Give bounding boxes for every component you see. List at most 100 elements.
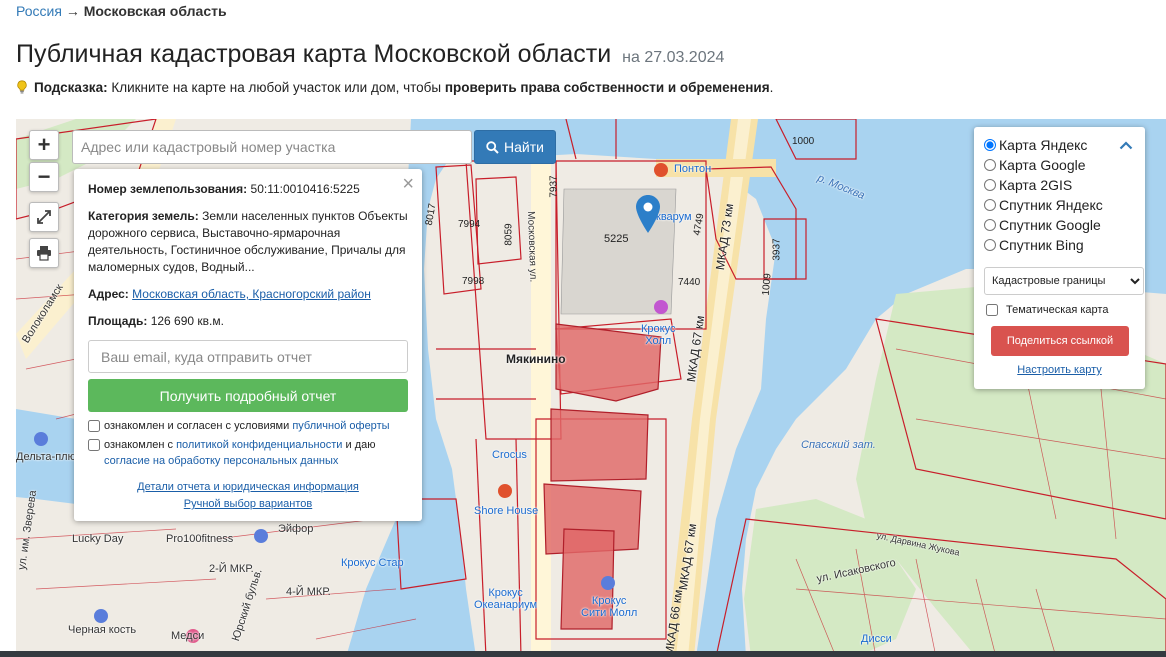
map-label-lucky-day: Lucky Day: [72, 533, 124, 545]
parcel-label-7937: 7937: [548, 175, 560, 198]
parcel-label-1000: 1000: [792, 136, 815, 147]
page-title-text: Публичная кадастровая карта Московской о…: [16, 40, 612, 68]
map-layers-panel: Карта Яндекс Карта Google Карта 2GIS Спу…: [974, 127, 1145, 389]
parcel-number-value: 50:11:0010416:5225: [250, 182, 360, 196]
offer-consent-checkbox[interactable]: [88, 420, 100, 432]
layer-option-yandex-map[interactable]: Карта Яндекс: [984, 135, 1135, 155]
cadastral-map[interactable]: Понтон кварум Крокус Холл Мякинино Crocu…: [16, 119, 1166, 657]
parcel-label-7998: 7998: [462, 276, 485, 287]
offer-link[interactable]: публичной оферты: [292, 420, 389, 432]
search-input[interactable]: [72, 130, 472, 164]
map-label-crocus: Crocus: [492, 449, 527, 461]
privacy-consent-checkbox-row[interactable]: ознакомлен с политикой конфиденциальност…: [88, 437, 408, 469]
map-label-krokus-holl: Крокус Холл: [641, 323, 676, 347]
personal-data-consent-link[interactable]: согласие на обработку персональных данны…: [104, 455, 338, 467]
hint: Подсказка: Кликните на карте на любой уч…: [16, 80, 773, 95]
location-pin-icon[interactable]: [636, 195, 660, 233]
get-report-button-label: Получить подробный отчет: [159, 387, 337, 404]
map-label-shore-house: Shore House: [474, 505, 539, 517]
parcel-category-label: Категория земель:: [88, 209, 199, 223]
configure-map-link[interactable]: Настроить карту: [984, 364, 1135, 376]
privacy-consent-checkbox[interactable]: [88, 439, 100, 451]
page-title-date: на 27.03.2024: [622, 49, 725, 66]
print-button[interactable]: [29, 238, 59, 268]
hint-label: Подсказка:: [34, 80, 108, 95]
privacy-consent-text: ознакомлен с политикой конфиденциальност…: [104, 439, 376, 467]
email-field[interactable]: [88, 340, 408, 373]
fullscreen-button[interactable]: [29, 202, 59, 232]
map-label-chernaya-kost: Черная кость: [68, 624, 137, 636]
parcel-info-popup: × Номер землепользования: 50:11:0010416:…: [74, 169, 422, 521]
parcel-label-1009: 1009: [760, 272, 774, 297]
page-title: Публичная кадастровая карта Московской о…: [16, 40, 724, 69]
offer-consent-text: ознакомлен и согласен с условиями публич…: [104, 420, 390, 432]
parcel-area-label: Площадь:: [88, 314, 148, 328]
layer-option-google-satellite[interactable]: Спутник Google: [984, 215, 1135, 235]
layer-radio-google-map[interactable]: [984, 159, 996, 171]
popup-bottom-links: Детали отчета и юридическая информация Р…: [74, 479, 422, 513]
parcel-address-label: Адрес:: [88, 287, 129, 301]
share-link-button[interactable]: Поделиться ссылкой: [991, 326, 1129, 356]
report-details-link[interactable]: Детали отчета и юридическая информация: [137, 481, 359, 493]
zoom-out-button[interactable]: −: [29, 162, 59, 192]
share-link-button-label: Поделиться ссылкой: [1006, 335, 1114, 347]
parcel-label-8059: 8059: [503, 223, 515, 246]
map-label-vegas-mall: Крокус Сити Молл: [581, 595, 638, 619]
map-label-ponton: Понтон: [674, 163, 712, 175]
layer-option-google-map[interactable]: Карта Google: [984, 155, 1135, 175]
zoom-in-button[interactable]: +: [29, 130, 59, 160]
thematic-map-checkbox[interactable]: [986, 304, 998, 316]
parcel-label-7440: 7440: [678, 277, 701, 288]
map-label-efor: Эйфор: [278, 523, 314, 535]
chevron-up-icon[interactable]: [1119, 141, 1133, 150]
zoom-in-label: +: [37, 132, 51, 157]
breadcrumb-root-link[interactable]: Россия: [16, 3, 62, 19]
get-report-button[interactable]: Получить подробный отчет: [88, 379, 408, 412]
manual-choice-link[interactable]: Ручной выбор вариантов: [184, 498, 312, 510]
parcel-category-value: Земли населенных пунктов: [202, 209, 355, 223]
parcel-label-3937: 3937: [771, 238, 783, 261]
parcel-address-row: Адрес: Московская область, Красногорский…: [88, 286, 408, 303]
lightbulb-icon: [17, 80, 27, 94]
bottom-bar: [0, 651, 1166, 657]
layer-radio-2gis-map[interactable]: [984, 179, 996, 191]
hint-text: Кликните на карте на любой участок или д…: [111, 80, 442, 95]
map-label-dissi: Дисси: [861, 633, 892, 645]
fullscreen-icon: [37, 210, 51, 224]
layer-option-bing-satellite[interactable]: Спутник Bing: [984, 235, 1135, 255]
search-icon: [486, 140, 499, 154]
search-button[interactable]: Найти: [474, 130, 556, 164]
parcel-address-link[interactable]: Московская область, Красногорский район: [132, 287, 371, 301]
offer-consent-checkbox-row[interactable]: ознакомлен и согласен с условиями публич…: [88, 418, 408, 434]
map-label-spassky-zaton: Спасский зат.: [801, 439, 876, 451]
thematic-map-row[interactable]: Тематическая карта: [984, 304, 1135, 316]
layer-radio-yandex-map[interactable]: [984, 139, 996, 151]
layer-radio-yandex-satellite[interactable]: [984, 199, 996, 211]
layer-radio-bing-satellite[interactable]: [984, 239, 996, 251]
parcel-number-label: Номер землепользования:: [88, 182, 248, 196]
layer-option-2gis-map[interactable]: Карта 2GIS: [984, 175, 1135, 195]
parcel-area-row: Площадь: 126 690 кв.м.: [88, 313, 408, 330]
map-label-myakinino: Мякинино: [506, 352, 566, 366]
hint-bold: проверить права собственности и обремене…: [444, 80, 770, 95]
map-label-aquarium: кварум: [656, 211, 692, 223]
layer-options: Карта Яндекс Карта Google Карта 2GIS Спу…: [984, 135, 1135, 255]
layer-radio-google-satellite[interactable]: [984, 219, 996, 231]
hint-end: .: [769, 80, 774, 95]
parcel-area-value: 126 690 кв.м.: [150, 314, 224, 328]
map-label-krokus-oceanarium: Крокус Океанариум: [474, 587, 538, 611]
breadcrumb-current: Московская область: [83, 3, 227, 19]
parcel-number-row: Номер землепользования: 50:11:0010416:52…: [88, 181, 408, 198]
parcel-category-row: Категория земель: Земли населенных пункт…: [88, 208, 408, 276]
search-button-label: Найти: [504, 139, 544, 155]
map-label-2mkr: 2-Й МКР.: [209, 563, 254, 575]
layer-option-yandex-satellite[interactable]: Спутник Яндекс: [984, 195, 1135, 215]
popup-close-icon[interactable]: ×: [402, 174, 414, 194]
overlay-select[interactable]: Кадастровые границы: [984, 267, 1144, 295]
parcel-label-5225: 5225: [604, 233, 629, 245]
map-label-medsi: Медси: [171, 630, 205, 642]
breadcrumb: Россия → Московская область: [16, 3, 227, 19]
privacy-policy-link[interactable]: политикой конфиденциальности: [176, 439, 342, 451]
thematic-map-label: Тематическая карта: [1006, 304, 1109, 316]
map-label-delta-plus: Дельта-плюс: [16, 451, 82, 463]
